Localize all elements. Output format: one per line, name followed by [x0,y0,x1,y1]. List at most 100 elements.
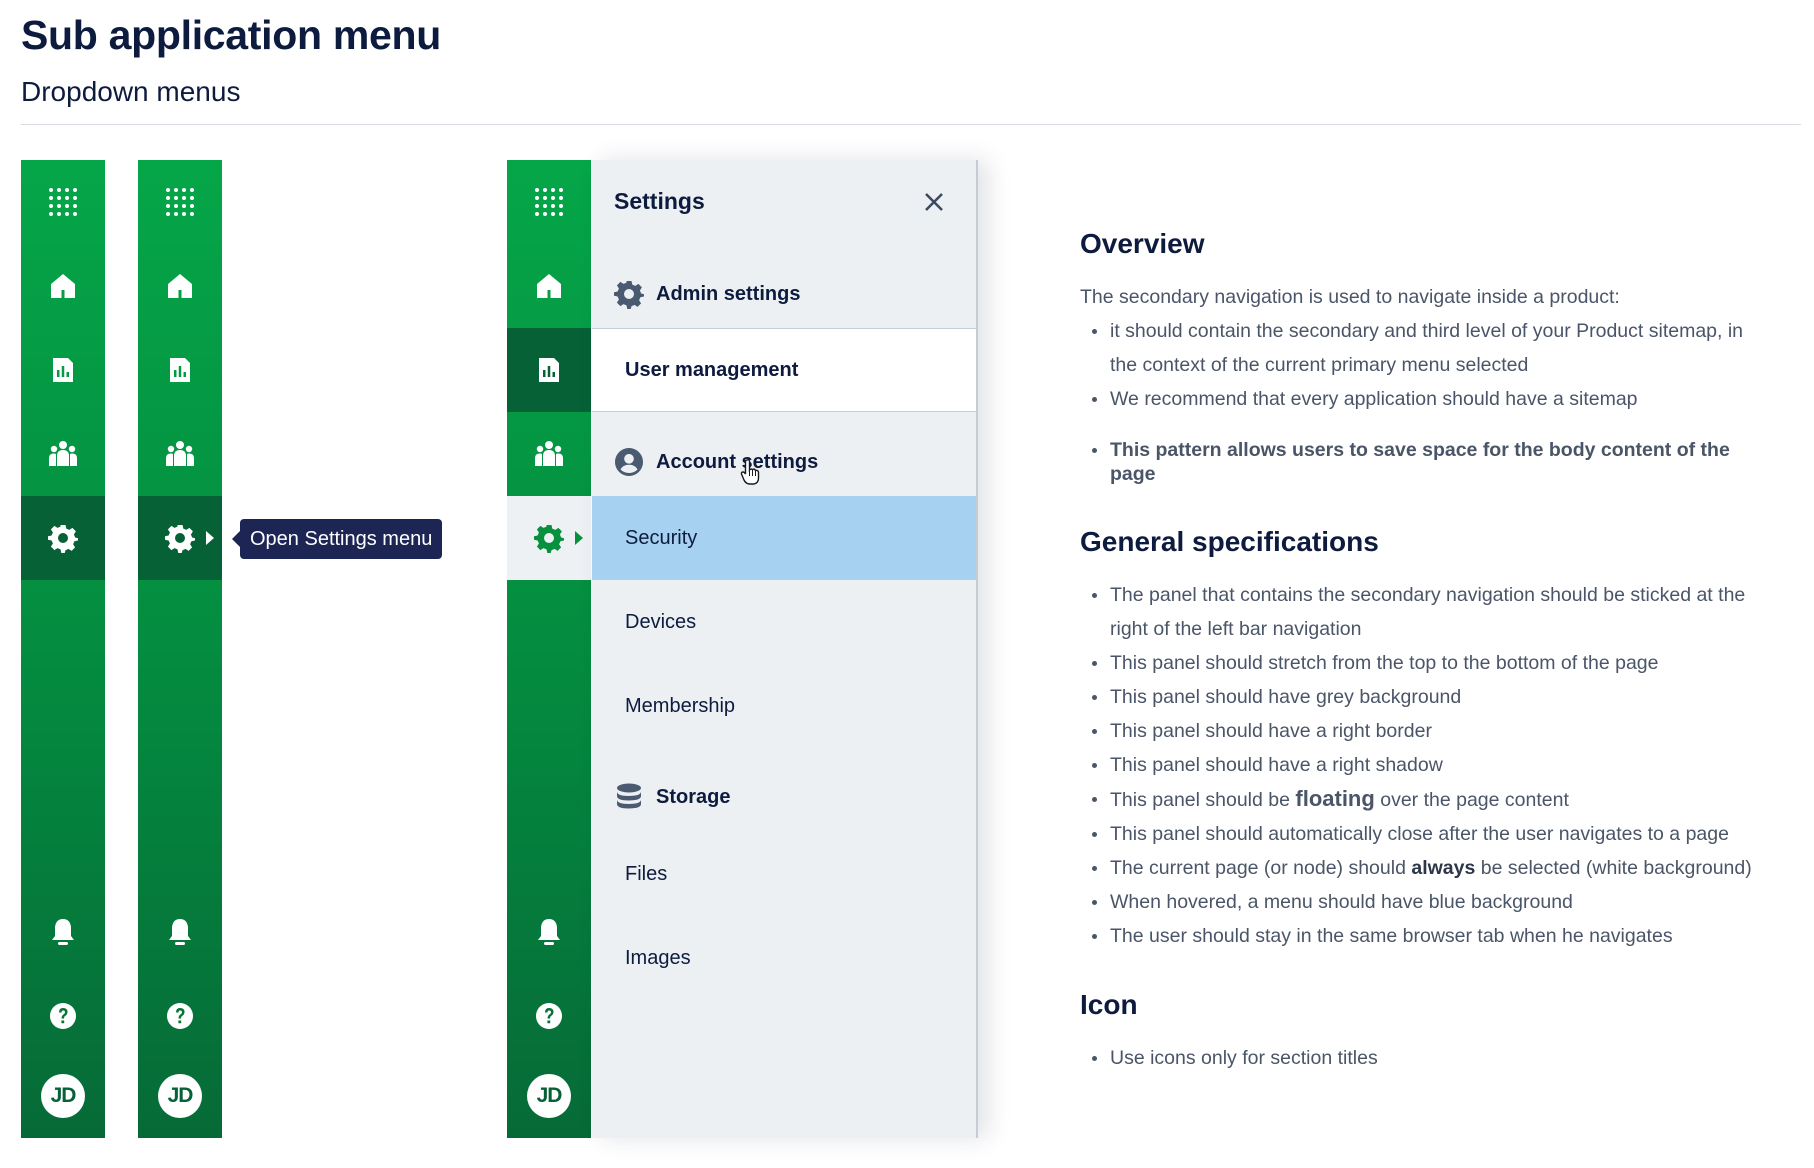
list-item: This panel should have a right shadow [1080,748,1760,782]
user-avatar-button[interactable]: JD [138,1054,222,1138]
user-avatar-button[interactable]: JD [507,1054,591,1138]
section-storage: Storage [614,777,730,817]
overview-intro: The secondary navigation is used to navi… [1080,286,1620,308]
bell-icon [165,917,195,947]
close-icon [925,193,943,211]
list-item: This panel should stretch from the top t… [1080,646,1760,680]
menu-item-images[interactable]: Images [592,916,976,1000]
report-icon [534,355,564,385]
nav-notifications-button[interactable] [138,890,222,974]
specifications-heading: General specifications [1080,526,1379,557]
nav-help-button[interactable] [138,974,222,1058]
section-title-label: Account settings [656,450,819,473]
nav-settings-button[interactable] [21,496,105,580]
nav-home-button[interactable] [138,244,222,328]
avatar: JD [41,1074,85,1118]
bell-icon [48,917,78,947]
panel-title: Settings [614,188,705,214]
nav-settings-button[interactable] [138,496,222,580]
settings-panel: Settings Admin settings User management … [592,160,978,1138]
nav-help-button[interactable] [507,974,591,1058]
home-icon [534,271,564,301]
user-avatar-button[interactable]: JD [21,1054,105,1138]
settings-icon [48,523,78,553]
nav-bar-default: JD [21,160,105,1138]
home-icon [165,271,195,301]
documentation: Overview The secondary navigation is use… [1080,228,1760,1075]
nav-help-button[interactable] [21,974,105,1058]
avatar: JD [527,1074,571,1118]
specifications-list: The panel that contains the secondary na… [1080,578,1760,953]
text-segment: be selected (white background) [1475,857,1752,879]
nav-team-button[interactable] [507,412,591,496]
menu-item-files[interactable]: Files [592,832,976,916]
hand-cursor-icon [740,458,760,485]
list-item: This panel should have a right border [1080,714,1760,748]
gear-icon [614,279,644,309]
home-icon [48,271,78,301]
apps-grid-button[interactable] [138,160,222,244]
nav-reports-button[interactable] [507,328,591,412]
apps-grid-icon [165,187,195,217]
help-icon [165,1001,195,1031]
menu-item-security[interactable]: Security [592,496,976,580]
nav-settings-button[interactable] [507,496,591,580]
nav-team-button[interactable] [138,412,222,496]
section-account-settings: Account settings [614,442,818,482]
text-segment: This panel should be [1110,789,1296,811]
nav-home-button[interactable] [21,244,105,328]
list-item: We recommend that every application shou… [1080,382,1760,416]
menu-item-user-management[interactable]: User management [592,328,976,412]
list-item: This panel should automatically close af… [1080,817,1760,851]
nav-home-button[interactable] [507,244,591,328]
header-divider [21,124,1801,125]
text-segment: over the page content [1374,789,1569,811]
report-icon [165,355,195,385]
emphasis-text: floating [1295,786,1375,811]
section-title-label: Storage [656,785,731,808]
page-title: Sub application menu [21,12,441,58]
list-item: The current page (or node) should always… [1080,851,1760,885]
list-item: This panel should have grey background [1080,680,1760,714]
caret-right-icon [206,531,214,545]
apps-grid-button[interactable] [507,160,591,244]
nav-bar-hover: JD [138,160,222,1138]
list-item: This panel should be floating over the p… [1080,782,1760,817]
text-segment: The current page (or node) should [1110,857,1412,879]
nav-notifications-button[interactable] [21,890,105,974]
help-icon [48,1001,78,1031]
menu-item-membership[interactable]: Membership [592,664,976,748]
menu-item-devices[interactable]: Devices [592,580,976,664]
caret-right-icon [575,531,583,545]
help-icon [534,1001,564,1031]
overview-list: it should contain the secondary and thir… [1080,314,1760,486]
team-icon [48,439,78,469]
list-item: The panel that contains the secondary na… [1080,578,1760,646]
nav-bar-open: JD [507,160,591,1138]
nav-reports-button[interactable] [138,328,222,412]
team-icon [165,439,195,469]
report-icon [48,355,78,385]
settings-icon [534,523,564,553]
settings-tooltip: Open Settings menu [231,519,443,559]
page-subtitle: Dropdown menus [21,76,241,107]
list-item: Use icons only for section titles [1080,1041,1760,1075]
user-circle-icon [614,447,644,477]
apps-grid-icon [48,187,78,217]
database-icon [614,782,644,812]
bell-icon [534,917,564,947]
emphasis-text: always [1411,857,1476,879]
nav-reports-button[interactable] [21,328,105,412]
list-item: When hovered, a menu should have blue ba… [1080,885,1760,919]
team-icon [534,439,564,469]
icon-heading: Icon [1080,989,1138,1020]
apps-grid-icon [534,187,564,217]
list-item-strong: This pattern allows users to save space … [1080,438,1760,486]
close-button[interactable] [922,190,946,214]
nav-team-button[interactable] [21,412,105,496]
icon-list: Use icons only for section titles [1080,1041,1760,1075]
nav-notifications-button[interactable] [507,890,591,974]
apps-grid-button[interactable] [21,160,105,244]
list-item: it should contain the secondary and thir… [1080,314,1760,382]
list-item: The user should stay in the same browser… [1080,919,1760,953]
